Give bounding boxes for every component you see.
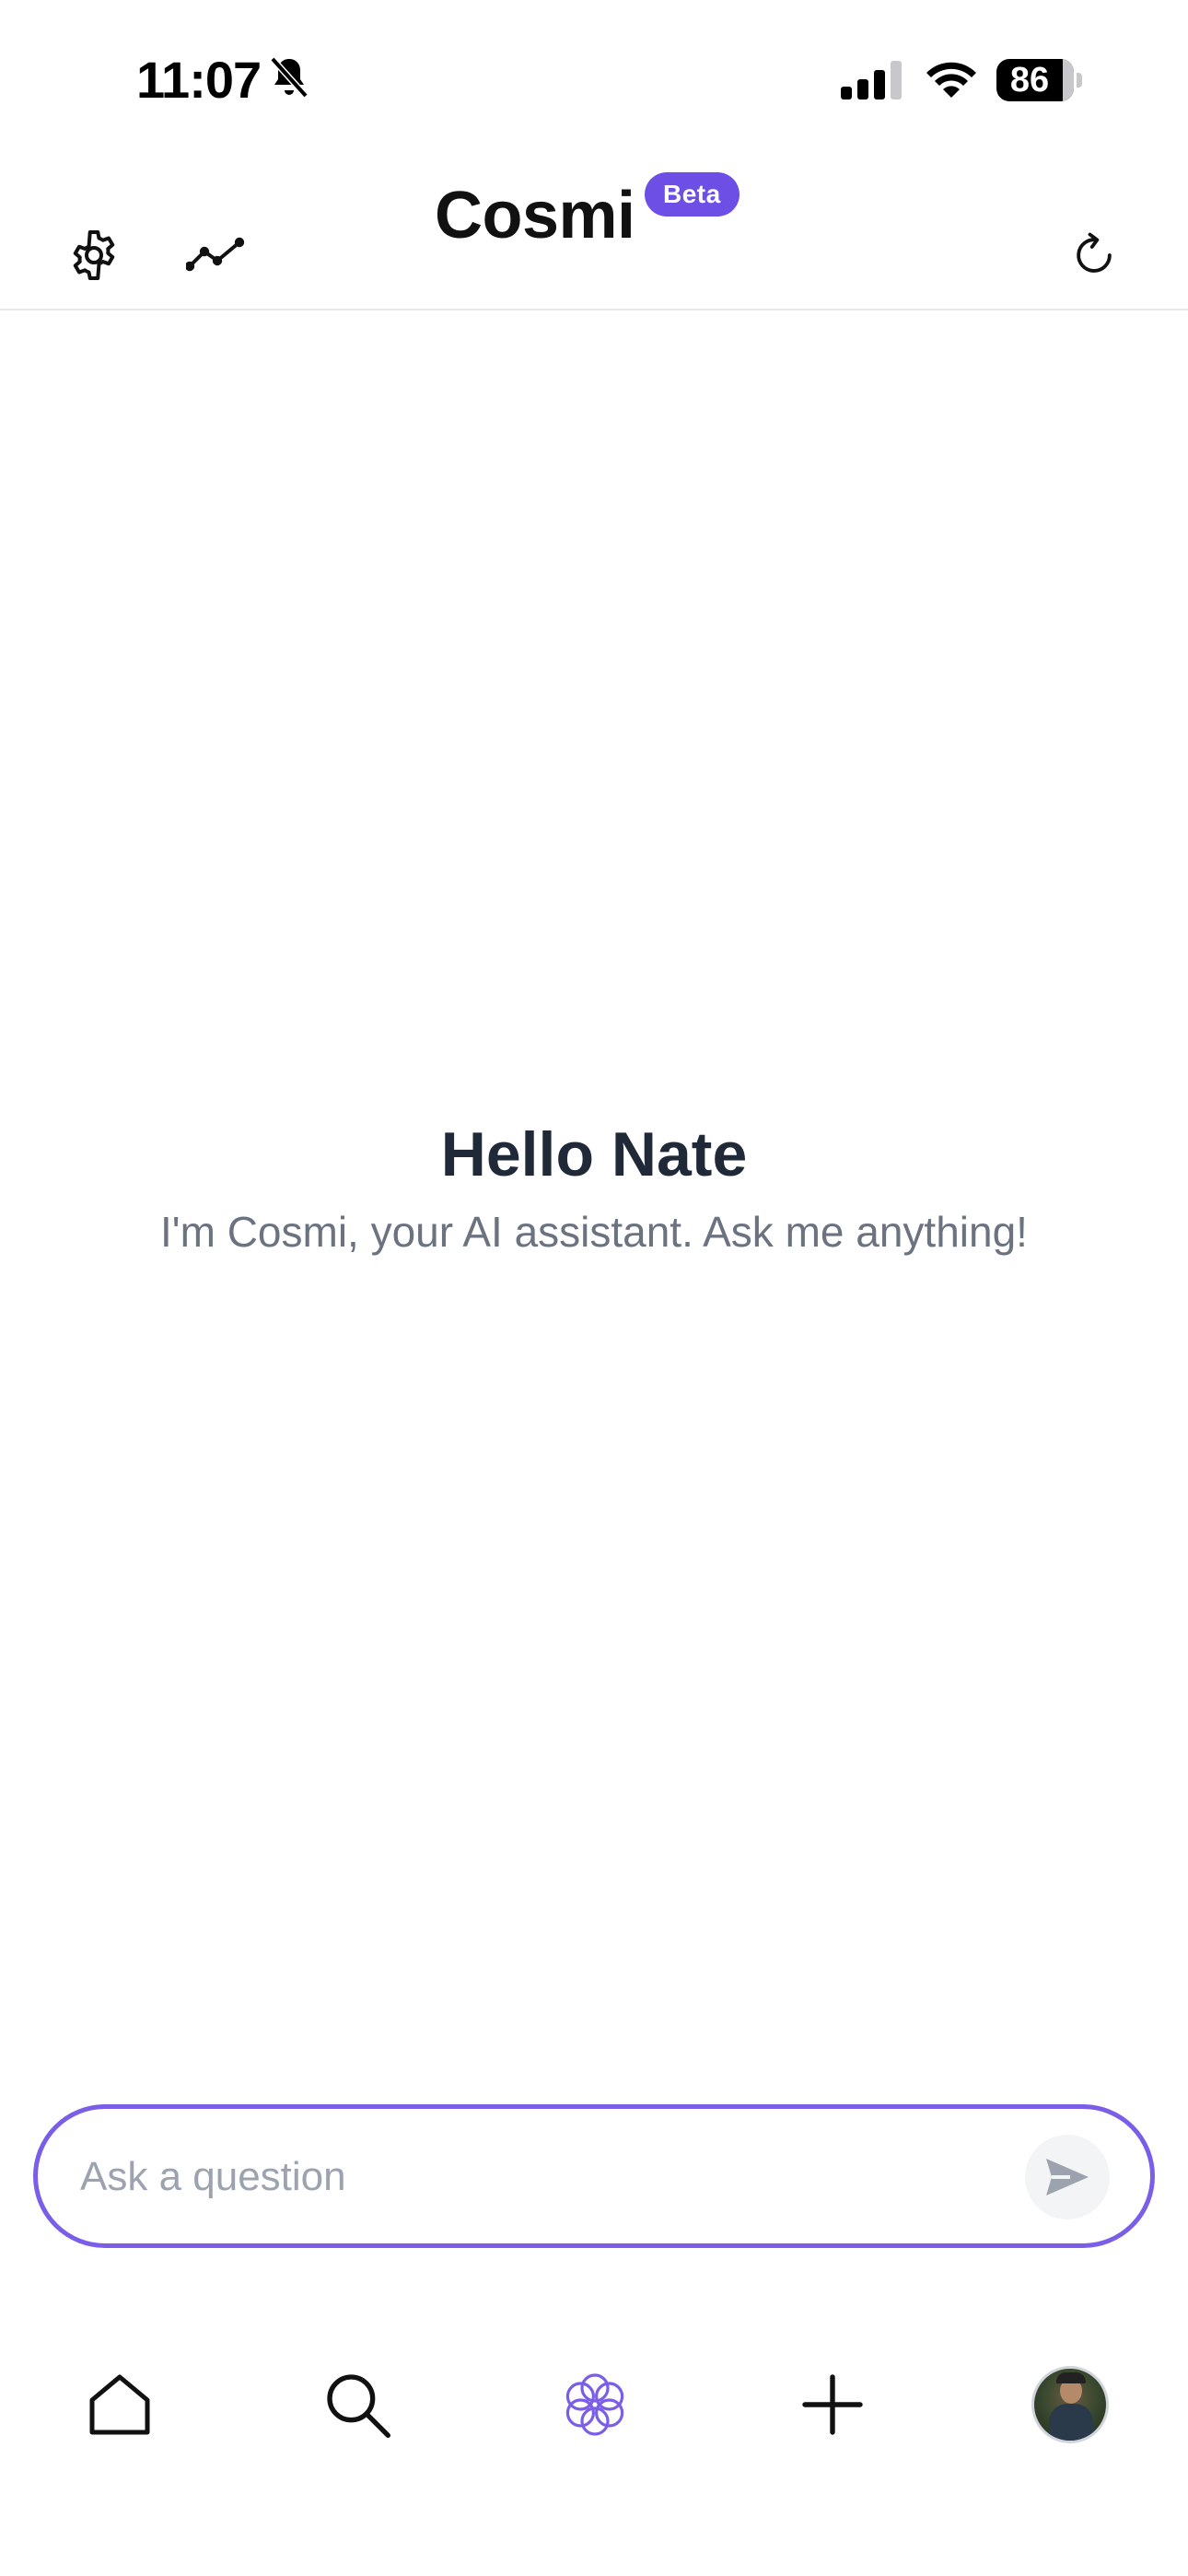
send-button[interactable] — [1025, 2135, 1110, 2219]
bottom-navigation — [0, 2359, 1188, 2488]
nav-home[interactable] — [74, 2359, 166, 2451]
status-time: 11:07 — [136, 51, 262, 109]
send-arrow-icon — [1046, 2159, 1089, 2195]
question-composer — [33, 2104, 1155, 2248]
cosmi-flower-icon — [565, 2373, 624, 2436]
refresh-button[interactable] — [1055, 217, 1133, 294]
nav-cosmi[interactable] — [549, 2359, 641, 2451]
status-bar: 11:07 86 — [0, 0, 1188, 161]
app-title: Cosmi — [435, 179, 635, 252]
profile-avatar — [1031, 2366, 1109, 2443]
trend-line-icon — [186, 237, 245, 272]
battery-level: 86 — [1009, 61, 1050, 100]
nav-search[interactable] — [311, 2359, 403, 2451]
gear-icon — [73, 230, 115, 280]
beta-badge: Beta — [645, 172, 740, 217]
analytics-button[interactable] — [177, 217, 254, 294]
search-icon — [327, 2374, 391, 2438]
nav-profile[interactable] — [1024, 2359, 1116, 2451]
greeting-subtitle: I'm Cosmi, your AI assistant. Ask me any… — [160, 1208, 1028, 1256]
home-icon — [89, 2374, 150, 2435]
greeting-title: Hello Nate — [440, 1119, 748, 1189]
settings-button[interactable] — [55, 217, 133, 294]
question-input[interactable] — [78, 2109, 1003, 2245]
plus-icon — [802, 2374, 863, 2435]
battery-icon: 86 — [996, 59, 1083, 101]
refresh-icon — [1077, 232, 1112, 273]
app-header: Cosmi Beta — [0, 161, 1188, 310]
bell-slash-icon — [270, 56, 309, 99]
nav-add[interactable] — [786, 2359, 879, 2451]
wifi-icon — [926, 62, 976, 98]
greeting: Hello Nate I'm Cosmi, your AI assistant.… — [0, 1113, 1188, 1264]
cellular-signal-icon — [841, 61, 902, 100]
